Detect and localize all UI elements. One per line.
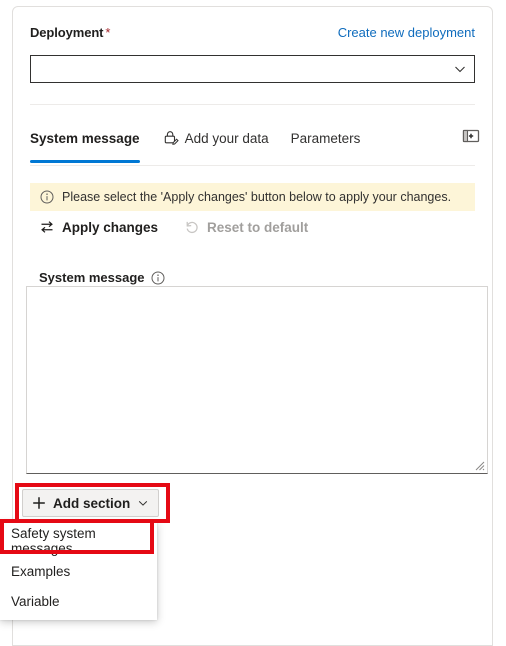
tab-system-message-label: System message xyxy=(30,130,140,146)
lock-edit-icon xyxy=(162,129,180,147)
divider-under-tabs xyxy=(30,165,475,166)
add-section-menu: Safety system messages Examples Variable xyxy=(0,522,157,620)
add-section-button[interactable]: Add section xyxy=(22,489,160,517)
required-asterisk: * xyxy=(105,25,111,40)
menu-item-safety-system-messages[interactable]: Safety system messages xyxy=(0,526,157,556)
deployment-label: Deployment * xyxy=(30,25,110,40)
chevron-down-icon xyxy=(454,63,466,75)
system-message-input[interactable] xyxy=(27,287,487,473)
tab-active-underline xyxy=(30,160,140,163)
create-new-deployment-link[interactable]: Create new deployment xyxy=(338,25,475,40)
reset-to-default-button[interactable]: Reset to default xyxy=(184,219,308,235)
apply-changes-notice: Please select the 'Apply changes' button… xyxy=(30,183,475,211)
two-way-arrows-icon xyxy=(39,219,55,235)
menu-item-variable[interactable]: Variable xyxy=(0,586,157,616)
add-section-button-label: Add section xyxy=(53,495,131,511)
tab-add-your-data-label: Add your data xyxy=(184,130,269,146)
tab-add-your-data[interactable]: Add your data xyxy=(162,121,269,155)
command-bar: Apply changes Reset to default xyxy=(39,219,334,235)
apply-changes-button[interactable]: Apply changes xyxy=(39,219,158,235)
tab-parameters[interactable]: Parameters xyxy=(291,121,361,155)
menu-item-examples[interactable]: Examples xyxy=(0,556,157,586)
deployment-select[interactable] xyxy=(30,55,475,83)
menu-item-label: Variable xyxy=(11,593,60,609)
system-message-label-row: System message xyxy=(39,270,165,285)
plus-icon xyxy=(32,496,46,510)
info-circle-icon xyxy=(40,190,54,204)
apply-changes-button-label: Apply changes xyxy=(62,219,159,235)
menu-item-label: Examples xyxy=(11,563,71,579)
apply-changes-notice-text: Please select the 'Apply changes' button… xyxy=(62,190,452,204)
deployment-label-row: Deployment * Create new deployment xyxy=(30,25,475,40)
tab-parameters-label: Parameters xyxy=(290,130,361,146)
system-message-textarea-wrapper[interactable] xyxy=(26,286,488,474)
undo-arrow-icon xyxy=(184,219,200,235)
chevron-down-icon xyxy=(138,498,148,508)
panel-collapse-icon[interactable] xyxy=(460,125,482,147)
tab-list: System message Add your data Parameters xyxy=(30,119,480,163)
menu-item-label: Safety system messages xyxy=(11,526,96,556)
tab-system-message[interactable]: System message xyxy=(30,121,140,163)
info-circle-icon[interactable] xyxy=(151,271,165,285)
divider-under-deployment xyxy=(30,104,475,105)
reset-to-default-button-label: Reset to default xyxy=(207,219,309,235)
deployment-label-text: Deployment xyxy=(30,25,104,40)
system-message-label: System message xyxy=(39,270,145,285)
